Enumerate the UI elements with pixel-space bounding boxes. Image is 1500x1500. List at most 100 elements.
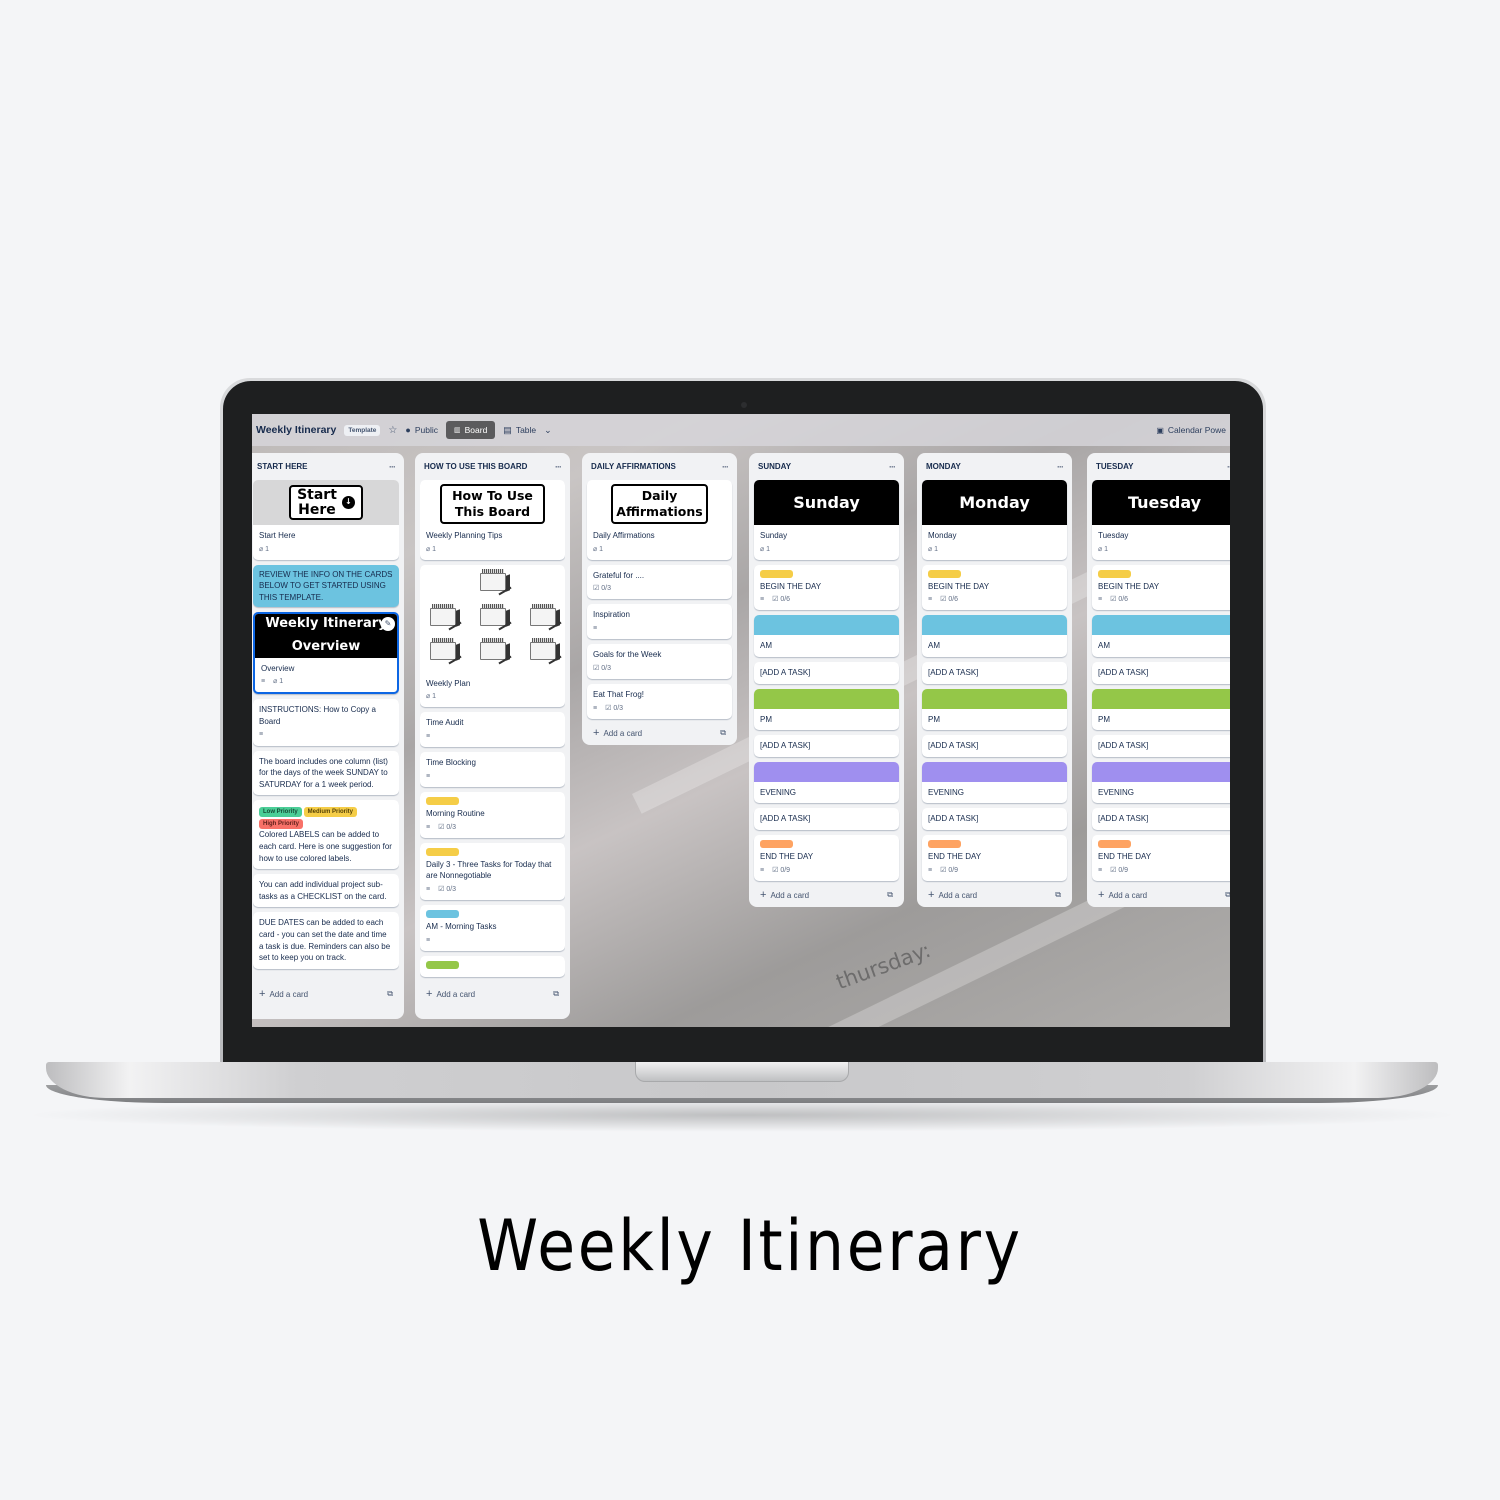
card-am[interactable]: AM <box>922 615 1067 658</box>
paperclip-icon: ⌀ <box>760 545 765 553</box>
card-title: Overview <box>261 663 295 673</box>
desk-calendar-icon <box>430 637 462 665</box>
list-menu-icon[interactable]: ··· <box>1227 462 1230 472</box>
card-eat-that-frog[interactable]: Eat That Frog! ≡ ☑ 0/3 <box>587 683 732 719</box>
card-time-audit[interactable]: Time Audit ≡ <box>420 712 565 748</box>
card-day-cover[interactable]: Monday Monday ⌀ 1 <box>922 480 1067 560</box>
star-icon[interactable]: ☆ <box>388 425 397 436</box>
card-color-cover <box>922 688 1067 709</box>
attachment-badge: ⌀ 1 <box>928 545 938 555</box>
card-pm[interactable]: PM <box>754 688 899 731</box>
create-from-template-icon[interactable]: ⧉ <box>1055 890 1061 900</box>
card-day-cover[interactable]: Tuesday Tuesday ⌀ 1 <box>1092 480 1230 560</box>
description-icon: ≡ <box>1098 866 1103 874</box>
card-evening[interactable]: EVENING <box>922 761 1067 804</box>
card-start-here[interactable]: Start Here ↓ Start Here ⌀ 1 <box>253 480 399 560</box>
list-menu-icon[interactable]: ··· <box>722 462 729 472</box>
card-daily-affirmations[interactable]: Daily Affirmations Daily Affirmations ⌀ … <box>587 480 732 560</box>
add-card-button[interactable]: + Add a card ⧉ <box>754 886 899 901</box>
card-end-the-day[interactable]: END THE DAY ≡ ☑ 0/9 <box>754 835 899 881</box>
card-day-cover[interactable]: Sunday Sunday ⌀ 1 <box>754 480 899 560</box>
card-weekly-planning-tips[interactable]: How To Use This Board Weekly Planning Ti… <box>420 480 565 560</box>
card-board-info[interactable]: The board includes one column (list) for… <box>253 750 399 796</box>
card-add-task[interactable]: [ADD A TASK] <box>922 662 1067 684</box>
label-orange[interactable] <box>760 840 793 849</box>
card-weekly-plan[interactable]: Weekly Plan ⌀ 1 <box>420 564 565 708</box>
card-add-task[interactable]: [ADD A TASK] <box>754 662 899 684</box>
card-add-task[interactable]: [ADD A TASK] <box>754 808 899 831</box>
card-review[interactable]: REVIEW THE INFO ON THE CARDS BELOW TO GE… <box>253 564 399 607</box>
card-morning-routine[interactable]: Morning Routine ≡ ☑ 0/3 <box>420 791 565 838</box>
list-title[interactable]: SUNDAY <box>758 462 791 471</box>
add-card-button[interactable]: + Add a card ⧉ <box>420 985 565 1000</box>
card-inspiration[interactable]: Inspiration ≡ <box>587 604 732 640</box>
card-partial[interactable] <box>420 955 565 977</box>
label-yellow[interactable] <box>426 796 459 805</box>
card-instructions[interactable]: INSTRUCTIONS: How to Copy a Board ≡ <box>253 699 399 746</box>
list-menu-icon[interactable]: ··· <box>1057 462 1064 472</box>
create-from-template-icon[interactable]: ⧉ <box>387 989 393 999</box>
card-labels[interactable]: Low Priority Medium PriorityHigh Priority… <box>253 800 399 870</box>
label-yellow[interactable] <box>760 569 793 578</box>
card-end-the-day[interactable]: END THE DAY ≡ ☑ 0/9 <box>922 835 1067 881</box>
create-from-template-icon[interactable]: ⧉ <box>553 989 559 999</box>
list-menu-icon[interactable]: ··· <box>555 462 562 472</box>
card-begin-the-day[interactable]: BEGIN THE DAY ≡ ☑ 0/6 <box>754 564 899 611</box>
card-pm[interactable]: PM <box>922 688 1067 731</box>
edit-pencil-icon[interactable]: ✎ <box>381 616 395 631</box>
board-title[interactable]: Weekly Itinerary <box>256 424 336 436</box>
add-card-button[interactable]: + Add a card ⧉ <box>253 985 399 1000</box>
label-orange[interactable] <box>928 840 961 849</box>
card-begin-the-day[interactable]: BEGIN THE DAY ≡ ☑ 0/6 <box>922 564 1067 611</box>
list-title[interactable]: TUESDAY <box>1096 462 1134 471</box>
add-card-button[interactable]: + Add a card ⧉ <box>922 886 1067 901</box>
list-menu-icon[interactable]: ··· <box>889 462 896 472</box>
card-end-the-day[interactable]: END THE DAY ≡ ☑ 0/9 <box>1092 835 1230 881</box>
card-evening[interactable]: EVENING <box>754 761 899 804</box>
list-title[interactable]: DAILY AFFIRMATIONS <box>591 462 676 471</box>
card-overview[interactable]: Weekly Itinerary Overview ✎ Overview ≡ ⌀ … <box>253 611 399 695</box>
calendar-power-up-button[interactable]: ▣ Calendar Powe <box>1156 425 1226 435</box>
card-am-morning-tasks[interactable]: AM - Morning Tasks ≡ <box>420 905 565 951</box>
card-cover: Start Here ↓ <box>253 480 399 525</box>
card-pm[interactable]: PM <box>1092 688 1230 731</box>
view-table-button[interactable]: ▤ Table <box>503 425 536 436</box>
label-yellow[interactable] <box>928 569 961 578</box>
card-evening[interactable]: EVENING <box>1092 761 1230 804</box>
checklist-badge: ☑ 0/6 <box>772 595 790 605</box>
label-yellow[interactable] <box>426 847 459 856</box>
create-from-template-icon[interactable]: ⧉ <box>720 728 726 738</box>
create-from-template-icon[interactable]: ⧉ <box>1225 890 1230 900</box>
label-orange[interactable] <box>1098 840 1131 849</box>
card-am[interactable]: AM <box>1092 615 1230 658</box>
card-grateful[interactable]: Grateful for .... ☑ 0/3 <box>587 564 732 600</box>
card-add-task[interactable]: [ADD A TASK] <box>922 808 1067 831</box>
create-from-template-icon[interactable]: ⧉ <box>887 890 893 900</box>
card-time-blocking[interactable]: Time Blocking ≡ <box>420 752 565 787</box>
add-card-button[interactable]: + Add a card ⧉ <box>1092 886 1230 901</box>
view-board-button[interactable]: ▥ Board <box>445 421 496 439</box>
list-title[interactable]: MONDAY <box>926 462 961 471</box>
card-goals-week[interactable]: Goals for the Week ☑ 0/3 <box>587 644 732 679</box>
card-add-task[interactable]: [ADD A TASK] <box>1092 808 1230 831</box>
list-title[interactable]: START HERE <box>257 462 308 471</box>
list-title[interactable]: HOW TO USE THIS BOARD <box>424 462 527 471</box>
card-add-task[interactable]: [ADD A TASK] <box>1092 662 1230 684</box>
card-due-dates[interactable]: DUE DATES can be added to each card - yo… <box>253 912 399 969</box>
add-card-button[interactable]: + Add a card ⧉ <box>587 724 732 739</box>
label-yellow[interactable] <box>1098 569 1131 578</box>
visibility-button[interactable]: ● Public <box>405 425 438 435</box>
card-add-task[interactable]: [ADD A TASK] <box>922 735 1067 757</box>
card-daily-3[interactable]: Daily 3 - Three Tasks for Today that are… <box>420 842 565 900</box>
card-begin-the-day[interactable]: BEGIN THE DAY ≡ ☑ 0/6 <box>1092 564 1230 611</box>
list-menu-icon[interactable]: ··· <box>389 462 396 472</box>
chevron-down-icon[interactable]: ⌄ <box>544 425 552 436</box>
card-checklist-info[interactable]: You can add individual project sub-tasks… <box>253 874 399 908</box>
card-am[interactable]: AM <box>754 615 899 658</box>
card-add-task[interactable]: [ADD A TASK] <box>1092 735 1230 757</box>
list-header: SUNDAY ··· <box>754 453 899 480</box>
card-title: Colored LABELS can be added to each card… <box>259 830 392 863</box>
label-green[interactable] <box>426 960 459 969</box>
label-blue[interactable] <box>426 910 459 918</box>
card-add-task[interactable]: [ADD A TASK] <box>754 735 899 757</box>
